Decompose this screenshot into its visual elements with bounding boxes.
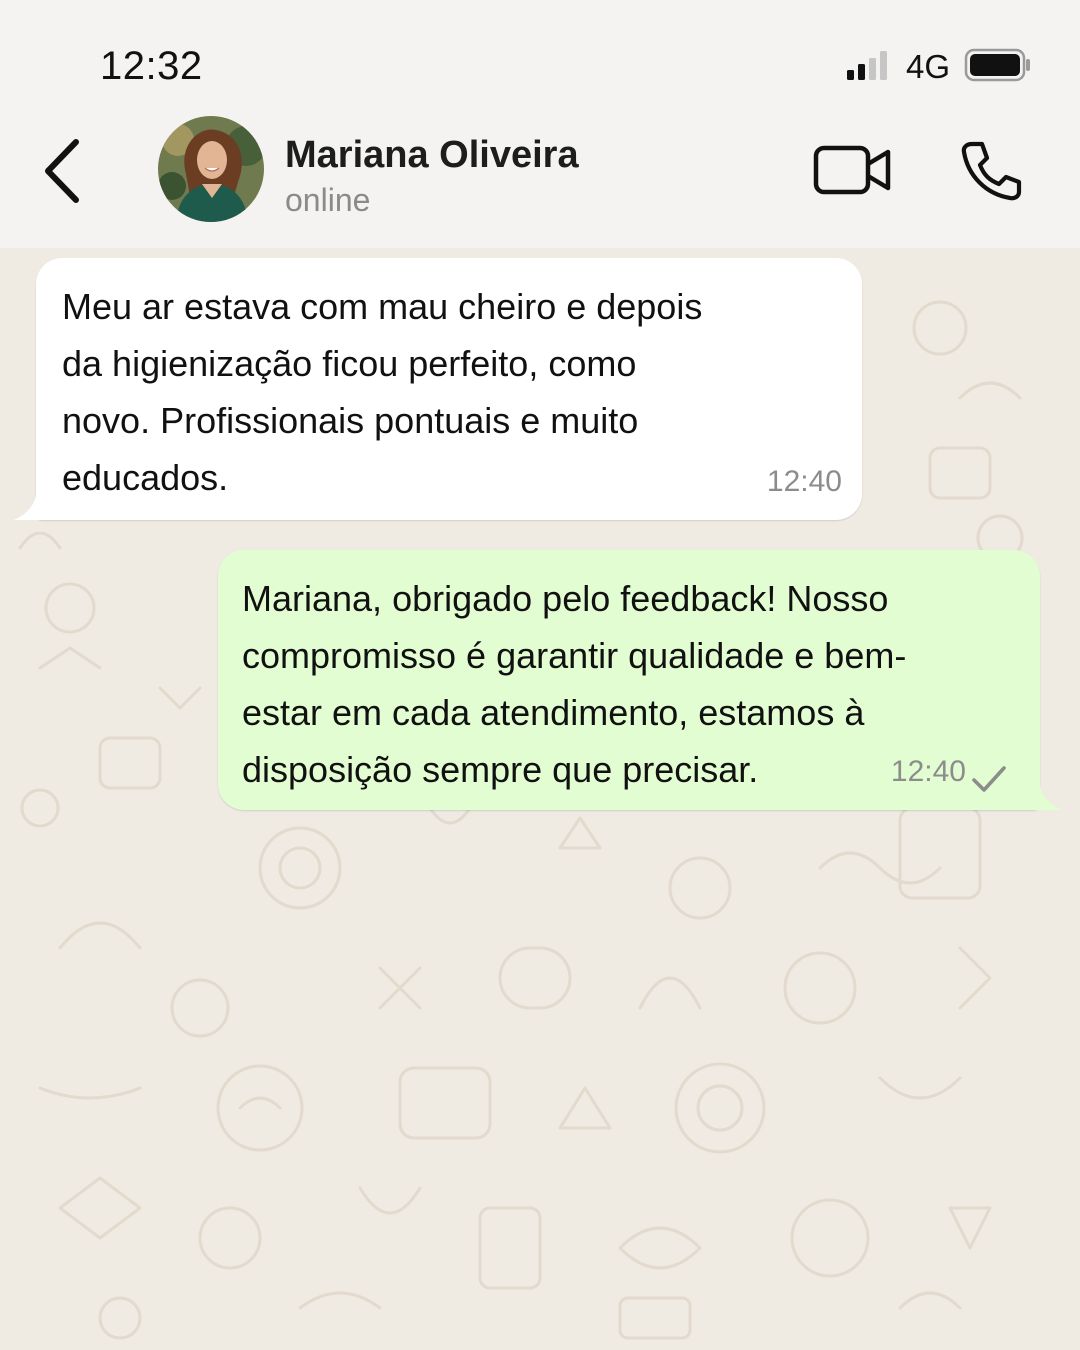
contact-status: online [285, 182, 371, 218]
phone-icon[interactable] [958, 138, 1024, 204]
avatar-photo [158, 116, 264, 222]
signal-bars-icon [847, 51, 887, 80]
bubble-tail [14, 496, 44, 520]
bubble-tail [1032, 786, 1062, 810]
video-camera-icon[interactable] [812, 140, 894, 200]
message-time: 12:40 [890, 755, 966, 788]
single-check-icon [972, 766, 1006, 792]
network-type-label: 4G [906, 48, 951, 85]
status-time: 12:32 [100, 44, 203, 88]
message-text: Meu ar estava com mau cheiro e depois da… [62, 286, 703, 498]
avatar[interactable] [158, 116, 264, 222]
battery-icon [964, 48, 1030, 82]
contact-name[interactable]: Mariana Oliveira [285, 134, 579, 177]
message-bubble-incoming[interactable]: Meu ar estava com mau cheiro e depois da… [14, 258, 862, 520]
status-bar: 12:32 4G [0, 0, 1080, 110]
message-time: 12:40 [766, 465, 842, 498]
chat-header: Mariana Oliveira online [0, 110, 1080, 248]
chevron-left-icon[interactable] [36, 136, 90, 206]
chat-area[interactable]: Meu ar estava com mau cheiro e depois da… [0, 248, 1080, 1350]
message-bubble-outgoing[interactable]: Mariana, obrigado pelo feedback! Nosso c… [218, 550, 1062, 810]
